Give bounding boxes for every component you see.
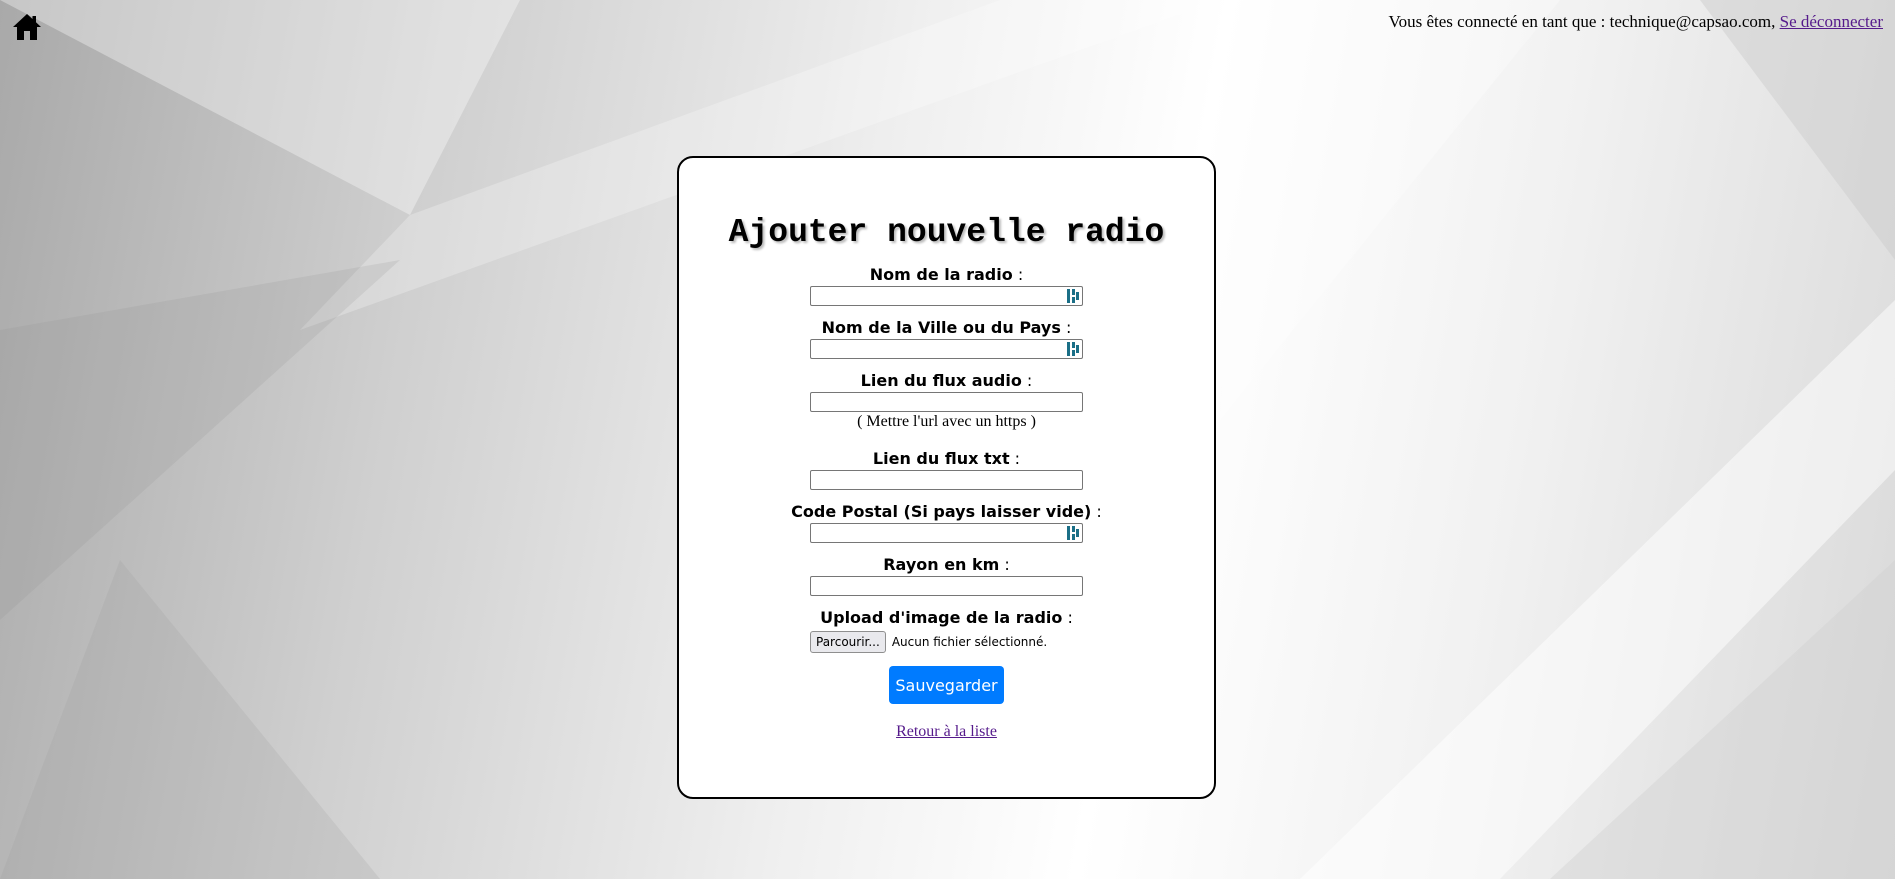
no-file-text: Aucun fichier sélectionné. [891, 635, 1048, 649]
stream-url-input[interactable] [810, 392, 1083, 412]
login-status-text: Vous êtes connecté en tant que : techniq… [1388, 12, 1776, 31]
colon: : [1062, 608, 1073, 627]
add-radio-form: Nom de la radio : Nom de la Ville ou du … [679, 264, 1214, 741]
password-manager-icon[interactable] [1067, 289, 1079, 303]
stream-hint: ( Mettre l'url avec un https ) [857, 413, 1036, 430]
field-group-image: Upload d'image de la radio : Parcourir..… [679, 607, 1214, 653]
save-button[interactable]: Sauvegarder [889, 666, 1004, 704]
city-label: Nom de la Ville ou du Pays [821, 318, 1061, 337]
postal-code-label: Code Postal (Si pays laisser vide) [791, 502, 1092, 521]
field-group-stream: Lien du flux audio : ( Mettre l'url avec… [679, 370, 1214, 436]
colon: : [1021, 371, 1033, 390]
colon: : [999, 555, 1010, 574]
postal-code-input[interactable] [810, 523, 1083, 543]
page-title: Ajouter nouvelle radio [728, 214, 1165, 251]
radio-name-label: Nom de la radio [869, 265, 1013, 284]
stream-label: Lien du flux audio [860, 371, 1022, 390]
field-group-city: Nom de la Ville ou du Pays : [679, 317, 1214, 359]
home-button[interactable] [12, 12, 42, 42]
logout-link[interactable]: Se déconnecter [1780, 12, 1883, 31]
city-input[interactable] [810, 339, 1083, 359]
add-radio-card: Ajouter nouvelle radio Nom de la radio :… [677, 156, 1216, 799]
radius-label: Rayon en km [883, 555, 1000, 574]
colon: : [1060, 318, 1072, 337]
radius-input[interactable] [810, 576, 1083, 596]
back-to-list-link[interactable]: Retour à la liste [896, 723, 997, 741]
password-manager-icon[interactable] [1067, 342, 1079, 356]
login-status: Vous êtes connecté en tant que : techniq… [1389, 12, 1883, 32]
field-group-txt: Lien du flux txt : [679, 448, 1214, 490]
colon: : [1091, 502, 1102, 521]
radio-name-input[interactable] [810, 286, 1083, 306]
field-group-postal: Code Postal (Si pays laisser vide) : [679, 501, 1214, 543]
file-input: Parcourir... Aucun fichier sélectionné. [810, 631, 1083, 653]
txt-stream-label: Lien du flux txt [872, 449, 1010, 468]
home-icon [13, 14, 41, 40]
txt-stream-input[interactable] [810, 470, 1083, 490]
password-manager-icon[interactable] [1067, 526, 1079, 540]
field-group-radius: Rayon en km : [679, 554, 1214, 596]
image-upload-label: Upload d'image de la radio [820, 608, 1063, 627]
field-group-name: Nom de la radio : [679, 264, 1214, 306]
colon: : [1009, 449, 1021, 468]
colon: : [1012, 265, 1024, 284]
browse-button[interactable]: Parcourir... [810, 631, 886, 653]
